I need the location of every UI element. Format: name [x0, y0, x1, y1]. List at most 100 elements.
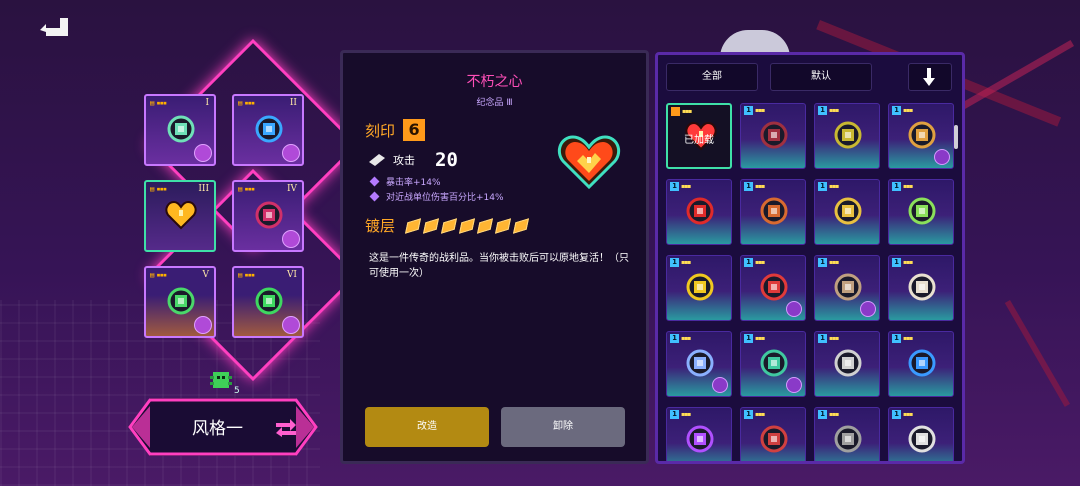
inventory-panel: 全部 默认 ▪▪▪ 已加载 1 ▪▪▪ 1 ▪▪▪ 1 ▪▪▪ 1 ▪▪▪ 1 ▪… — [655, 52, 965, 464]
engrave-row: 刻印 6 — [365, 119, 426, 141]
inventory-cell[interactable]: 1 ▪▪▪ — [888, 179, 954, 245]
immortal-heart-icon — [557, 131, 621, 191]
bonus-text: 暴击率+14% — [386, 178, 441, 188]
rarity-dots: ▪▪▪ — [755, 335, 765, 342]
inventory-cell[interactable]: 1 ▪▪▪ — [666, 179, 732, 245]
rarity-dots: ▪▪▪ — [755, 411, 765, 418]
inventory-cell[interactable]: 1 ▪▪▪ — [740, 255, 806, 321]
round-emblem-icon — [831, 118, 865, 152]
green-flower-icon — [164, 284, 200, 320]
bg-streak — [1004, 300, 1070, 407]
back-button[interactable] — [36, 12, 72, 38]
inventory-scrollbar[interactable] — [954, 125, 958, 149]
cannon-icon — [757, 118, 791, 152]
rarity-mark: ▤ ▪▪▪ — [150, 99, 167, 107]
inventory-cell[interactable]: 1 ▪▪▪ — [814, 407, 880, 461]
inventory-cell[interactable]: 1 ▪▪▪ — [740, 331, 806, 397]
rarity-dots: ▪▪▪ — [903, 183, 913, 190]
clock-icon — [905, 346, 939, 380]
bullet-icon — [369, 154, 385, 166]
plating-pip-icon — [440, 217, 458, 234]
reforge-button[interactable]: 改造 — [365, 407, 489, 447]
equipped-slot[interactable]: ▤ ▪▪▪ V — [144, 266, 216, 338]
inventory-cell[interactable]: ▪▪▪ 已加载 — [666, 103, 732, 169]
tier-badge: 1 — [892, 410, 901, 419]
equipped-slot[interactable]: ▤ ▪▪▪ IV — [232, 180, 304, 252]
wrench-icon — [683, 346, 717, 380]
item-title: 不朽之心 — [466, 74, 523, 90]
bug-icon — [206, 366, 236, 396]
tier-badge: 1 — [744, 410, 753, 419]
bug-badge-icon — [194, 316, 212, 334]
horns-icon — [831, 270, 865, 304]
rarity-dots: ▪▪▪ — [829, 259, 839, 266]
bug-badge-icon — [282, 316, 300, 334]
green-cactus-icon — [252, 284, 288, 320]
rarity-dots: ▪▪▪ — [829, 183, 839, 190]
inventory-cell[interactable]: 1 ▪▪▪ — [666, 331, 732, 397]
tier-badge: 1 — [670, 334, 679, 343]
tier-badge: 1 — [818, 334, 827, 343]
sword-gem-icon — [164, 112, 200, 148]
tier-badge: 1 — [744, 106, 753, 115]
rarity-dots: ▪▪▪ — [903, 411, 913, 418]
inventory-cell[interactable]: 1 ▪▪▪ — [666, 407, 732, 461]
rarity-dots: ▪▪▪ — [903, 107, 913, 114]
rarity-dots: ▪▪▪ — [681, 259, 691, 266]
tier-badge: 1 — [818, 106, 827, 115]
rarity-mark: ▤ ▪▪▪ — [150, 185, 167, 193]
tier-badge: 1 — [818, 258, 827, 267]
plating-label: 镀层 — [365, 217, 396, 235]
bonus-line: 暴击率+14% — [369, 175, 441, 188]
inventory-cell[interactable]: 1 ▪▪▪ — [814, 103, 880, 169]
style-count: 5 — [234, 386, 240, 396]
rarity-dots: ▪▪▪ — [681, 183, 691, 190]
remove-button[interactable]: 卸除 — [501, 407, 625, 447]
inventory-cell[interactable]: 1 ▪▪▪ — [888, 255, 954, 321]
rarity-mark: ▤ ▪▪▪ — [238, 99, 255, 107]
equipped-slot[interactable]: ▤ ▪▪▪ VI — [232, 266, 304, 338]
bug-badge-icon — [282, 144, 300, 162]
sort-button[interactable] — [908, 63, 952, 91]
equipped-slot[interactable]: ▤ ▪▪▪ III — [144, 180, 216, 252]
tier-badge: 1 — [744, 182, 753, 191]
engrave-value: 6 — [403, 119, 426, 141]
inventory-cell[interactable]: 1 ▪▪▪ — [740, 179, 806, 245]
inventory-cell[interactable]: 1 ▪▪▪ — [888, 103, 954, 169]
tier-badge: 1 — [818, 182, 827, 191]
rarity-mark: ▤ ▪▪▪ — [238, 271, 255, 279]
slot-numeral: V — [202, 270, 210, 280]
inventory-cell[interactable]: 1 ▪▪▪ — [888, 407, 954, 461]
item-subtitle: 纪念品 Ⅲ — [476, 98, 513, 108]
bug-badge-icon — [786, 301, 802, 317]
item-detail-panel: 不朽之心 纪念品 Ⅲ 刻印 6 攻击 20 暴击率+14% 对近战单位伤害百分比… — [340, 50, 649, 464]
tab-default[interactable]: 默认 — [770, 63, 872, 91]
diamond-bullet-icon — [369, 191, 380, 202]
red-v-orb-icon — [683, 194, 717, 228]
equipped-label: 已加载 — [684, 135, 714, 146]
eye-orb-icon — [252, 112, 288, 148]
inventory-cell[interactable]: 1 ▪▪▪ — [740, 407, 806, 461]
swap-arrows-icon[interactable] — [274, 416, 298, 438]
ring-icon — [905, 422, 939, 456]
plating-pip-icon — [494, 217, 512, 234]
tier-badge: 1 — [892, 258, 901, 267]
rarity-dots: ▪▪▪ — [829, 411, 839, 418]
equipped-slot[interactable]: ▤ ▪▪▪ II — [232, 94, 304, 166]
plating-pip-icon — [512, 217, 530, 234]
tier-badge: 1 — [818, 410, 827, 419]
tab-all[interactable]: 全部 — [666, 63, 758, 91]
canister-icon — [831, 422, 865, 456]
inventory-cell[interactable]: 1 ▪▪▪ — [888, 331, 954, 397]
equipped-slot[interactable]: ▤ ▪▪▪ I — [144, 94, 216, 166]
plating-pip-icon — [422, 217, 440, 234]
style-selector[interactable]: 风格一 — [128, 398, 318, 456]
rarity-dots: ▪▪▪ — [755, 259, 765, 266]
inventory-cell[interactable]: 1 ▪▪▪ — [814, 179, 880, 245]
inventory-cell[interactable]: 1 ▪▪▪ — [666, 255, 732, 321]
rarity-dots: ▪▪▪ — [903, 335, 913, 342]
inventory-cell[interactable]: 1 ▪▪▪ — [814, 255, 880, 321]
inventory-cell[interactable]: 1 ▪▪▪ — [814, 331, 880, 397]
inventory-cell[interactable]: 1 ▪▪▪ — [740, 103, 806, 169]
tier-badge: 1 — [670, 258, 679, 267]
